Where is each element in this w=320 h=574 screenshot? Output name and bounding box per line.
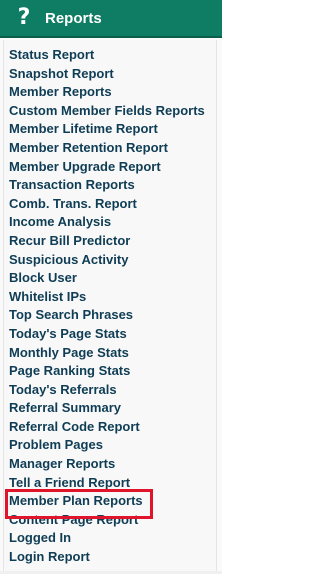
reports-panel: ? Reports Status Report Snapshot Report … (0, 0, 222, 574)
menu-item-snapshot-report[interactable]: Snapshot Report (9, 65, 205, 84)
panel-title: Reports (45, 10, 102, 27)
menu-item-problem-pages[interactable]: Problem Pages (9, 436, 205, 455)
panel-header: ? Reports (0, 0, 222, 38)
menu-item-status-report[interactable]: Status Report (9, 46, 205, 65)
menu-item-member-plan-reports[interactable]: Member Plan Reports (9, 492, 205, 511)
menu-item-transaction-reports[interactable]: Transaction Reports (9, 176, 205, 195)
reports-menu: Status Report Snapshot Report Member Rep… (9, 46, 205, 567)
menu-item-todays-referrals[interactable]: Today's Referrals (9, 381, 205, 400)
menu-item-custom-member-fields-reports[interactable]: Custom Member Fields Reports (9, 102, 205, 121)
menu-item-income-analysis[interactable]: Income Analysis (9, 213, 205, 232)
menu-item-page-ranking-stats[interactable]: Page Ranking Stats (9, 362, 205, 381)
menu-item-monthly-page-stats[interactable]: Monthly Page Stats (9, 344, 205, 363)
menu-item-comb-trans-report[interactable]: Comb. Trans. Report (9, 195, 205, 214)
menu-item-suspicious-activity[interactable]: Suspicious Activity (9, 251, 205, 270)
menu-item-member-reports[interactable]: Member Reports (9, 83, 205, 102)
menu-item-logged-in[interactable]: Logged In (9, 529, 205, 548)
menu-item-referral-code-report[interactable]: Referral Code Report (9, 418, 205, 437)
menu-item-referral-summary[interactable]: Referral Summary (9, 399, 205, 418)
menu-item-login-report[interactable]: Login Report (9, 548, 205, 567)
menu-item-block-user[interactable]: Block User (9, 269, 205, 288)
menu-item-member-upgrade-report[interactable]: Member Upgrade Report (9, 158, 205, 177)
menu-item-whitelist-ips[interactable]: Whitelist IPs (9, 288, 205, 307)
menu-item-manager-reports[interactable]: Manager Reports (9, 455, 205, 474)
menu-item-tell-a-friend-report[interactable]: Tell a Friend Report (9, 474, 205, 493)
menu-item-top-search-phrases[interactable]: Top Search Phrases (9, 306, 205, 325)
menu-item-todays-page-stats[interactable]: Today's Page Stats (9, 325, 205, 344)
menu-item-member-lifetime-report[interactable]: Member Lifetime Report (9, 120, 205, 139)
menu-item-member-retention-report[interactable]: Member Retention Report (9, 139, 205, 158)
help-question-icon[interactable]: ? (14, 6, 34, 30)
menu-item-recur-bill-predictor[interactable]: Recur Bill Predictor (9, 232, 205, 251)
menu-item-content-page-report[interactable]: Content Page Report (9, 511, 205, 530)
